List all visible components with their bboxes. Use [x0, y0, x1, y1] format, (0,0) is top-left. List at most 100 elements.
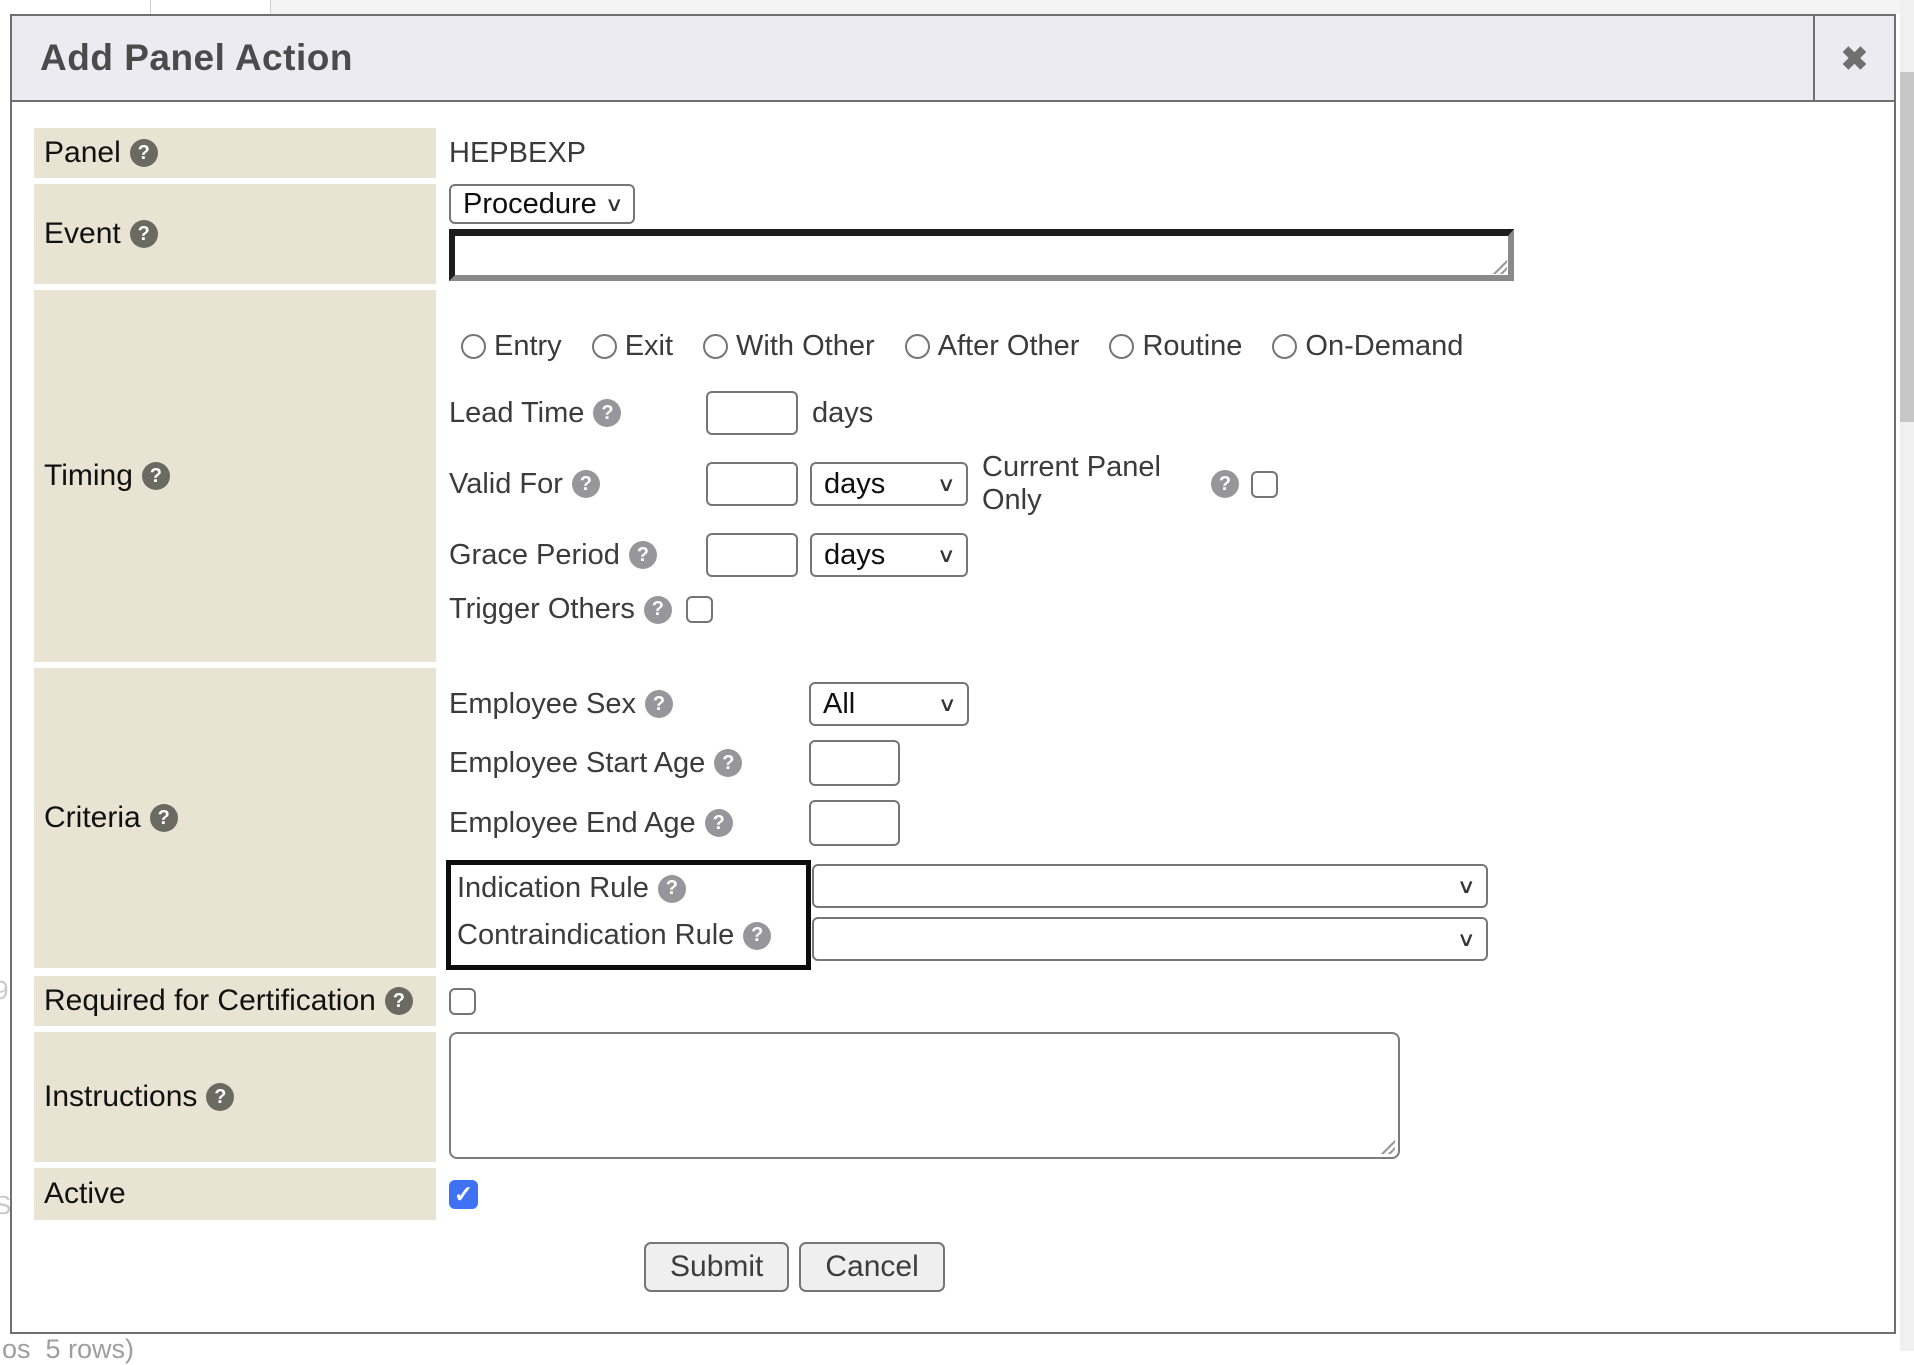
- rule-labels-highlight-box: Indication Rule ? Contraindication Rule …: [446, 860, 811, 970]
- employee-start-age-input[interactable]: [809, 740, 900, 786]
- radio-circle-icon[interactable]: [461, 334, 486, 359]
- cancel-button[interactable]: Cancel: [799, 1242, 944, 1292]
- instructions-help-icon[interactable]: ?: [206, 1083, 234, 1111]
- grace-period-unit-select[interactable]: days ∨: [810, 533, 968, 577]
- radio-on-demand[interactable]: On-Demand: [1272, 330, 1463, 363]
- resize-handle-icon[interactable]: [1380, 1139, 1395, 1154]
- employee-sex-help-icon[interactable]: ?: [645, 690, 673, 718]
- valid-for-label: Valid For: [449, 468, 563, 501]
- dialog-actions: Submit Cancel: [34, 1242, 1872, 1292]
- background-divider: [150, 0, 151, 14]
- chevron-down-icon: ∨: [938, 692, 957, 717]
- background-page-strip: [0, 0, 1914, 14]
- employee-end-age-row: Employee End Age ?: [449, 800, 1872, 846]
- active-label-cell: Active: [34, 1168, 436, 1220]
- lead-time-help-icon[interactable]: ?: [593, 399, 621, 427]
- employee-start-age-help-icon[interactable]: ?: [714, 749, 742, 777]
- lead-time-row: Lead Time ? days: [449, 391, 1872, 435]
- required-for-certification-checkbox[interactable]: [449, 988, 476, 1015]
- grace-period-input[interactable]: [706, 533, 798, 577]
- event-type-select[interactable]: Procedure ∨: [449, 184, 635, 224]
- required-for-certification-row: Required for Certification ?: [34, 976, 1872, 1026]
- radio-routine[interactable]: Routine: [1109, 330, 1242, 363]
- page-scrollbar-thumb[interactable]: [1900, 72, 1914, 422]
- employee-end-age-input[interactable]: [809, 800, 900, 846]
- close-button[interactable]: ✖: [1813, 16, 1894, 100]
- page-scrollbar-track[interactable]: [1900, 0, 1914, 1351]
- active-label: Active: [44, 1177, 126, 1211]
- timing-label-cell: Timing ?: [34, 290, 436, 662]
- radio-exit[interactable]: Exit: [592, 330, 673, 363]
- timing-row: Timing ? Entry Exit With Other: [34, 290, 1872, 662]
- contraindication-rule-label: Contraindication Rule: [457, 919, 734, 952]
- panel-value: HEPBEXP: [449, 137, 586, 170]
- lead-time-input[interactable]: [706, 391, 798, 435]
- current-panel-only-label: Current Panel Only: [982, 451, 1202, 517]
- required-for-certification-help-icon[interactable]: ?: [385, 987, 413, 1015]
- criteria-label: Criteria: [44, 801, 141, 835]
- radio-circle-icon[interactable]: [592, 334, 617, 359]
- panel-help-icon[interactable]: ?: [130, 139, 158, 167]
- event-help-icon[interactable]: ?: [130, 220, 158, 248]
- background-partial-text: os 5 rows): [2, 1334, 134, 1365]
- current-panel-only-checkbox[interactable]: [1251, 471, 1278, 498]
- valid-for-unit-select[interactable]: days ∨: [810, 462, 968, 506]
- checkmark-icon: ✓: [454, 1181, 473, 1208]
- grace-period-row: Grace Period ? days ∨: [449, 533, 1872, 577]
- radio-circle-icon[interactable]: [703, 334, 728, 359]
- radio-circle-icon[interactable]: [905, 334, 930, 359]
- radio-circle-icon[interactable]: [1109, 334, 1134, 359]
- employee-sex-select[interactable]: All ∨: [809, 682, 969, 726]
- timing-radio-group: Entry Exit With Other After Other: [461, 330, 1872, 363]
- submit-button[interactable]: Submit: [644, 1242, 789, 1292]
- dialog-title: Add Panel Action: [12, 16, 1813, 100]
- criteria-row: Criteria ? Employee Sex ? All ∨ Em: [34, 668, 1872, 970]
- trigger-others-checkbox[interactable]: [686, 596, 713, 623]
- add-panel-action-dialog: Add Panel Action ✖ Panel ? HEPBEXP Event…: [10, 14, 1896, 1334]
- trigger-others-row: Trigger Others ?: [449, 593, 1872, 626]
- employee-sex-label: Employee Sex: [449, 688, 636, 721]
- rule-block: Indication Rule ? Contraindication Rule …: [449, 860, 1872, 970]
- indication-rule-help-icon[interactable]: ?: [658, 875, 686, 903]
- criteria-help-icon[interactable]: ?: [150, 804, 178, 832]
- required-for-certification-label-cell: Required for Certification ?: [34, 976, 436, 1026]
- chevron-down-icon: ∨: [937, 543, 956, 568]
- valid-for-row: Valid For ? days ∨ Current Panel Only ?: [449, 451, 1872, 517]
- event-label: Event: [44, 217, 121, 251]
- radio-after-other[interactable]: After Other: [905, 330, 1080, 363]
- employee-sex-row: Employee Sex ? All ∨: [449, 682, 1872, 726]
- timing-help-icon[interactable]: ?: [142, 462, 170, 490]
- chevron-down-icon: ∨: [1457, 927, 1476, 952]
- radio-with-other[interactable]: With Other: [703, 330, 875, 363]
- trigger-others-label: Trigger Others: [449, 593, 635, 626]
- lead-time-unit: days: [812, 397, 873, 430]
- employee-start-age-label: Employee Start Age: [449, 747, 705, 780]
- lead-time-label: Lead Time: [449, 397, 584, 430]
- grace-period-help-icon[interactable]: ?: [629, 541, 657, 569]
- instructions-textarea[interactable]: [449, 1032, 1400, 1159]
- employee-end-age-help-icon[interactable]: ?: [705, 809, 733, 837]
- instructions-label-cell: Instructions ?: [34, 1032, 436, 1162]
- current-panel-only-help-icon[interactable]: ?: [1211, 470, 1239, 498]
- dialog-header: Add Panel Action ✖: [12, 16, 1894, 102]
- indication-rule-select[interactable]: ∨: [812, 864, 1488, 908]
- grace-period-label: Grace Period: [449, 539, 620, 572]
- active-checkbox[interactable]: ✓: [449, 1180, 478, 1209]
- contraindication-rule-help-icon[interactable]: ?: [743, 922, 771, 950]
- background-table-header: [270, 0, 1914, 14]
- event-search-input[interactable]: [449, 229, 1514, 281]
- trigger-others-help-icon[interactable]: ?: [644, 596, 672, 624]
- radio-circle-icon[interactable]: [1272, 334, 1297, 359]
- valid-for-help-icon[interactable]: ?: [572, 470, 600, 498]
- chevron-down-icon: ∨: [605, 192, 624, 217]
- valid-for-input[interactable]: [706, 462, 798, 506]
- employee-start-age-row: Employee Start Age ?: [449, 740, 1872, 786]
- contraindication-rule-select[interactable]: ∨: [812, 917, 1488, 961]
- instructions-label: Instructions: [44, 1080, 197, 1114]
- chevron-down-icon: ∨: [937, 472, 956, 497]
- timing-label: Timing: [44, 459, 133, 493]
- resize-handle-icon[interactable]: [1492, 259, 1507, 274]
- radio-entry[interactable]: Entry: [461, 330, 562, 363]
- background-left-fragments: 9 S: [0, 0, 8, 1351]
- event-label-cell: Event ?: [34, 184, 436, 284]
